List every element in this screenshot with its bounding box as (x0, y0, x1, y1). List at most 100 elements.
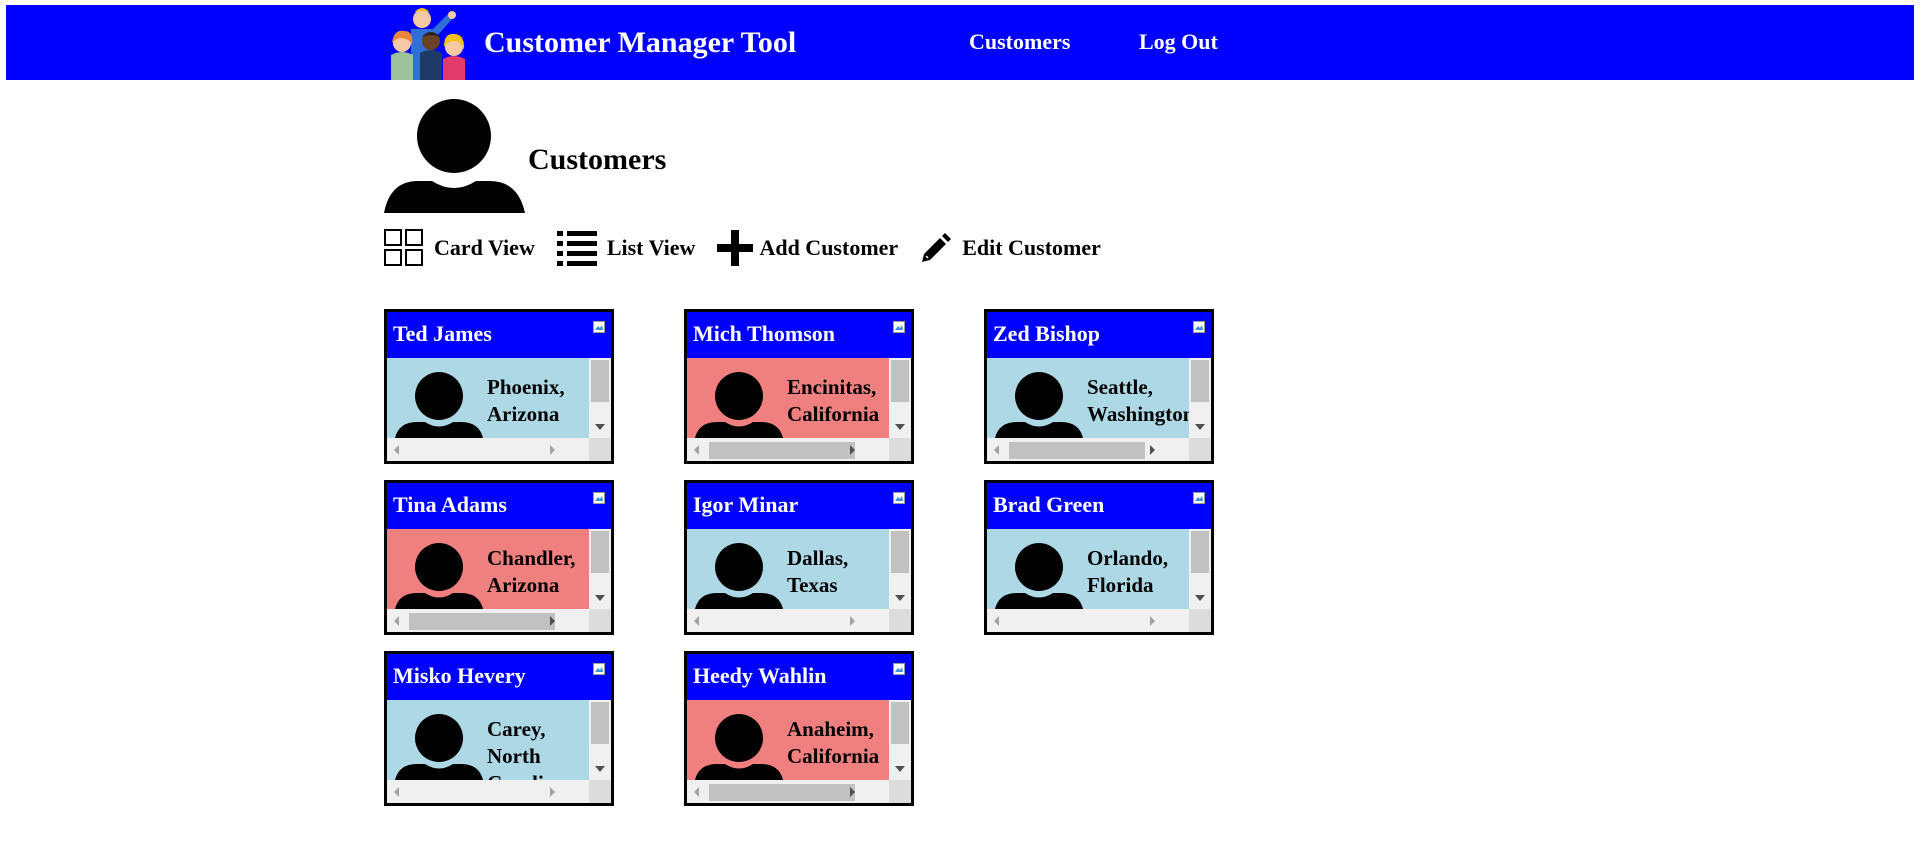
card-header: Igor Minar (687, 483, 911, 529)
scrollbar-corner (589, 780, 611, 803)
card-body: Chandler, Arizona (387, 529, 611, 609)
horizontal-scrollbar[interactable] (387, 438, 589, 461)
vertical-scrollbar[interactable] (1189, 358, 1211, 438)
scroll-thumb[interactable] (709, 442, 855, 459)
scroll-down-arrow-icon[interactable] (595, 424, 605, 430)
customer-city: Chandler, (487, 546, 576, 570)
scroll-right-arrow-icon[interactable] (850, 616, 855, 626)
scroll-down-arrow-icon[interactable] (1195, 595, 1205, 601)
nav-customers-link[interactable]: Customers (969, 29, 1070, 55)
scroll-down-arrow-icon[interactable] (895, 424, 905, 430)
scroll-right-arrow-icon[interactable] (550, 787, 555, 797)
broken-image-icon (1193, 321, 1205, 333)
scroll-right-arrow-icon[interactable] (1150, 616, 1155, 626)
plus-icon (717, 230, 754, 266)
customer-name-link[interactable]: Igor Minar (693, 492, 798, 518)
scrollbar-corner (1189, 609, 1211, 632)
scroll-down-arrow-icon[interactable] (1195, 424, 1205, 430)
card-view-label: Card View (434, 235, 535, 260)
scroll-thumb[interactable] (591, 702, 609, 744)
customer-name-link[interactable]: Misko Hevery (393, 663, 526, 689)
scroll-thumb[interactable] (891, 702, 909, 744)
scrollbar-corner (589, 438, 611, 461)
nav-logout-link[interactable]: Log Out (1139, 29, 1218, 55)
horizontal-scrollbar[interactable] (387, 780, 589, 803)
vertical-scrollbar[interactable] (889, 700, 911, 780)
customer-location: Phoenix, Arizona (487, 374, 592, 438)
customer-name-link[interactable]: Brad Green (993, 492, 1104, 518)
scroll-left-arrow-icon[interactable] (694, 616, 699, 626)
scroll-down-arrow-icon[interactable] (895, 595, 905, 601)
scroll-left-arrow-icon[interactable] (994, 445, 999, 455)
scroll-thumb[interactable] (591, 531, 609, 573)
card-header: Brad Green (987, 483, 1211, 529)
scroll-thumb[interactable] (1191, 531, 1209, 573)
card-body: Orlando, Florida (987, 529, 1211, 609)
vertical-scrollbar[interactable] (589, 529, 611, 609)
customer-card: Mich Thomson Encinitas, California (684, 309, 914, 464)
scroll-left-arrow-icon[interactable] (394, 445, 399, 455)
vertical-scrollbar[interactable] (889, 358, 911, 438)
scroll-right-arrow-icon[interactable] (550, 616, 555, 626)
scroll-thumb[interactable] (409, 613, 555, 630)
scroll-thumb[interactable] (709, 784, 855, 801)
scroll-down-arrow-icon[interactable] (595, 595, 605, 601)
edit-customer-button[interactable]: Edit Customer (920, 232, 1101, 264)
card-view-button[interactable]: Card View (384, 229, 535, 267)
customer-card: Tina Adams Chandler, Arizona (384, 480, 614, 635)
card-body: Anaheim, California (687, 700, 911, 780)
list-view-button[interactable]: List View (556, 230, 695, 266)
scroll-left-arrow-icon[interactable] (694, 445, 699, 455)
card-body: Phoenix, Arizona (387, 358, 611, 438)
scroll-thumb[interactable] (891, 531, 909, 573)
vertical-scrollbar[interactable] (889, 529, 911, 609)
vertical-scrollbar[interactable] (589, 358, 611, 438)
card-body: Seattle, Washington (987, 358, 1211, 438)
horizontal-scrollbar[interactable] (387, 609, 589, 632)
scroll-right-arrow-icon[interactable] (1150, 445, 1155, 455)
add-customer-button[interactable]: Add Customer (717, 230, 898, 266)
broken-image-icon (893, 492, 905, 504)
customer-name-link[interactable]: Heedy Wahlin (693, 663, 826, 689)
scroll-right-arrow-icon[interactable] (850, 787, 855, 797)
broken-image-icon (593, 492, 605, 504)
horizontal-scrollbar[interactable] (987, 609, 1189, 632)
scroll-left-arrow-icon[interactable] (994, 616, 999, 626)
brand[interactable]: Customer Manager Tool (384, 5, 796, 80)
customer-name-link[interactable]: Zed Bishop (993, 321, 1100, 347)
customer-name-link[interactable]: Ted James (393, 321, 492, 347)
scroll-thumb[interactable] (891, 360, 909, 402)
customer-name-link[interactable]: Mich Thomson (693, 321, 835, 347)
customer-name-link[interactable]: Tina Adams (393, 492, 507, 518)
scroll-right-arrow-icon[interactable] (850, 445, 855, 455)
customer-card: Zed Bishop Seattle, Washington (984, 309, 1214, 464)
scroll-down-arrow-icon[interactable] (595, 766, 605, 772)
horizontal-scrollbar[interactable] (687, 438, 889, 461)
customer-state: Arizona (487, 402, 560, 426)
customer-card: Ted James Phoenix, Arizona (384, 309, 614, 464)
customer-avatar-icon (695, 714, 783, 780)
card-header: Misko Hevery (387, 654, 611, 700)
scroll-thumb[interactable] (591, 360, 609, 402)
broken-image-icon (893, 321, 905, 333)
customer-location: Dallas, Texas (787, 545, 892, 609)
horizontal-scrollbar[interactable] (987, 438, 1189, 461)
vertical-scrollbar[interactable] (589, 700, 611, 780)
scroll-left-arrow-icon[interactable] (394, 787, 399, 797)
scroll-thumb[interactable] (1009, 442, 1145, 459)
scroll-thumb[interactable] (1191, 360, 1209, 402)
horizontal-scrollbar[interactable] (687, 609, 889, 632)
broken-image-icon (593, 663, 605, 675)
scrollbar-corner (589, 609, 611, 632)
customer-state: Florida (1087, 573, 1154, 597)
scrollbar-corner (889, 780, 911, 803)
scroll-down-arrow-icon[interactable] (895, 766, 905, 772)
scroll-right-arrow-icon[interactable] (550, 445, 555, 455)
scroll-left-arrow-icon[interactable] (394, 616, 399, 626)
broken-image-icon (593, 321, 605, 333)
horizontal-scrollbar[interactable] (687, 780, 889, 803)
scroll-left-arrow-icon[interactable] (694, 787, 699, 797)
card-header: Mich Thomson (687, 312, 911, 358)
vertical-scrollbar[interactable] (1189, 529, 1211, 609)
customer-city: Phoenix, (487, 375, 565, 399)
